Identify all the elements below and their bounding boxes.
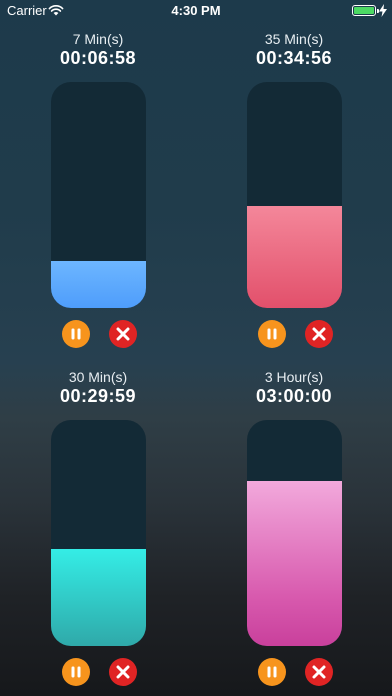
timer-duration-label: 35 Min(s)	[264, 31, 324, 47]
timer-progress-fill	[247, 206, 342, 308]
timer-controls	[59, 320, 139, 348]
status-time: 4:30 PM	[171, 3, 221, 18]
timer-card-3: 30 Min(s) 00:29:59	[18, 369, 178, 689]
cancel-button[interactable]	[109, 658, 137, 686]
cancel-button[interactable]	[305, 320, 333, 348]
timer-remaining-time: 00:06:58	[59, 48, 137, 68]
cancel-button[interactable]	[109, 320, 137, 348]
timer-duration-label: 3 Hour(s)	[264, 369, 324, 385]
timer-controls	[59, 658, 139, 686]
pause-button[interactable]	[258, 658, 286, 686]
status-bar: Carrier 4:30 PM	[0, 0, 392, 22]
pause-button[interactable]	[62, 320, 90, 348]
timer-remaining-time: 00:34:56	[255, 48, 333, 68]
battery-icon	[352, 5, 379, 16]
battery-fill	[354, 7, 374, 14]
timer-progress-fill	[51, 260, 146, 308]
timer-remaining-time: 00:29:59	[59, 386, 137, 406]
pause-button[interactable]	[258, 320, 286, 348]
timer-progress-fill	[247, 481, 342, 646]
pause-icon	[267, 328, 277, 340]
pause-button[interactable]	[62, 658, 90, 686]
timer-controls	[255, 320, 335, 348]
timer-progress-tube	[51, 82, 146, 308]
close-icon	[116, 327, 130, 341]
timer-progress-fill	[51, 548, 146, 646]
timer-duration-label: 30 Min(s)	[68, 369, 128, 385]
charging-bolt-icon	[379, 4, 387, 17]
timer-progress-tube	[51, 420, 146, 646]
close-icon	[312, 665, 326, 679]
pause-icon	[71, 666, 81, 678]
timer-duration-label: 7 Min(s)	[72, 31, 124, 47]
timer-progress-tube	[247, 82, 342, 308]
timer-remaining-time: 03:00:00	[255, 386, 333, 406]
close-icon	[116, 665, 130, 679]
pause-icon	[71, 328, 81, 340]
timer-card-4: 3 Hour(s) 03:00:00	[214, 369, 374, 689]
close-icon	[312, 327, 326, 341]
timer-card-1: 7 Min(s) 00:06:58	[18, 31, 178, 351]
pause-icon	[267, 666, 277, 678]
timer-controls	[255, 658, 335, 686]
timer-progress-tube	[247, 420, 342, 646]
timer-card-2: 35 Min(s) 00:34:56	[214, 31, 374, 351]
cancel-button[interactable]	[305, 658, 333, 686]
